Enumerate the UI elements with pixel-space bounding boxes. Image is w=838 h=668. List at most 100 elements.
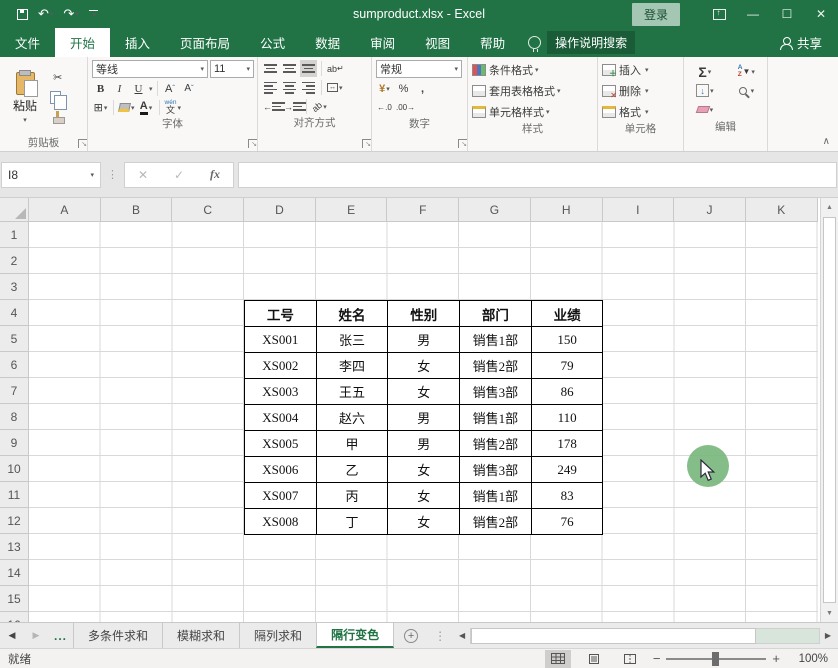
- table-cell[interactable]: 男: [388, 405, 461, 431]
- undo-icon[interactable]: ↶ ▾: [35, 6, 56, 22]
- alignment-dialog-launcher[interactable]: ↘: [362, 139, 371, 148]
- table-cell[interactable]: 张三: [316, 327, 389, 353]
- table-cell[interactable]: XS003: [245, 379, 317, 405]
- sheet-tab-隔行变色[interactable]: 隔行变色: [316, 623, 395, 648]
- table-cell[interactable]: XS004: [245, 405, 317, 431]
- font-dialog-launcher[interactable]: ↘: [248, 139, 257, 148]
- table-cell[interactable]: 销售2部: [460, 353, 532, 379]
- number-dialog-launcher[interactable]: ↘: [458, 139, 467, 148]
- wrap-text-button[interactable]: ab ↵: [326, 60, 345, 77]
- table-cell[interactable]: XS007: [245, 483, 317, 509]
- minimize-button[interactable]: —: [736, 0, 770, 28]
- scroll-right-icon[interactable]: ▶: [820, 631, 836, 640]
- column-header-B[interactable]: B: [100, 198, 173, 222]
- scroll-up-icon[interactable]: ▲: [821, 198, 838, 216]
- ribbon-display-options-icon[interactable]: [702, 0, 736, 28]
- delete-cells-button[interactable]: 删除▾: [602, 81, 680, 100]
- cut-icon[interactable]: ✂: [49, 69, 67, 86]
- table-cell[interactable]: XS001: [245, 327, 317, 353]
- table-cell[interactable]: 销售1部: [460, 405, 532, 431]
- table-header-cell[interactable]: 姓名: [316, 301, 389, 327]
- formula-input[interactable]: [238, 161, 837, 188]
- borders-button[interactable]: ⊞ ▾: [92, 99, 109, 116]
- row-header-15[interactable]: 15: [0, 586, 29, 612]
- row-header-2[interactable]: 2: [0, 248, 29, 274]
- column-header-E[interactable]: E: [315, 198, 388, 222]
- table-cell[interactable]: 女: [388, 353, 461, 379]
- zoom-slider-thumb[interactable]: [712, 651, 720, 666]
- merge-center-button[interactable]: ↔ ▾: [326, 79, 344, 96]
- table-cell[interactable]: 女: [388, 483, 461, 509]
- ribbon-tab-2[interactable]: 插入: [110, 28, 165, 57]
- zoom-in-icon[interactable]: +: [772, 651, 780, 666]
- row-header-11[interactable]: 11: [0, 482, 29, 508]
- zoom-out-icon[interactable]: −: [653, 651, 661, 666]
- underline-button[interactable]: U: [130, 80, 147, 97]
- column-header-J[interactable]: J: [674, 198, 746, 222]
- align-left-button[interactable]: [262, 79, 279, 96]
- sort-filter-button[interactable]: A Z ▼ ▾: [730, 63, 763, 80]
- ribbon-tab-1[interactable]: 开始: [55, 28, 111, 57]
- normal-view-icon[interactable]: [544, 649, 571, 668]
- table-cell[interactable]: 销售1部: [460, 327, 532, 353]
- vertical-scrollbar[interactable]: ▲ ▼: [820, 198, 838, 622]
- table-cell[interactable]: 销售3部: [460, 379, 532, 405]
- close-button[interactable]: ✕: [804, 0, 838, 28]
- table-cell[interactable]: XS006: [245, 457, 317, 483]
- scroll-left-icon[interactable]: ◀: [454, 631, 470, 640]
- format-as-table-button[interactable]: 套用表格格式 ▾: [472, 81, 594, 100]
- table-cell[interactable]: 乙: [316, 457, 389, 483]
- table-cell[interactable]: 249: [531, 457, 604, 483]
- row-header-4[interactable]: 4: [0, 300, 29, 326]
- decrease-decimal-button[interactable]: .00→: [395, 99, 416, 116]
- copy-icon[interactable]: ▾: [49, 89, 67, 110]
- format-cells-button[interactable]: 格式 ▾: [602, 102, 680, 121]
- table-cell[interactable]: 178: [531, 431, 604, 457]
- italic-button[interactable]: I: [111, 80, 128, 97]
- align-right-button[interactable]: [300, 79, 317, 96]
- table-header-cell[interactable]: 部门: [460, 301, 532, 327]
- maximize-button[interactable]: ☐: [770, 0, 804, 28]
- zoom-level[interactable]: 100%: [790, 653, 828, 665]
- top-align-button[interactable]: [262, 60, 279, 77]
- row-header-10[interactable]: 10: [0, 456, 29, 482]
- number-format-select[interactable]: 常规 ▾: [376, 60, 462, 78]
- row-header-3[interactable]: 3: [0, 274, 29, 300]
- clipboard-dialog-launcher[interactable]: ↘: [78, 139, 87, 148]
- autosum-button[interactable]: Σ ▾: [688, 63, 722, 80]
- row-header-9[interactable]: 9: [0, 430, 29, 456]
- select-all-corner[interactable]: [0, 198, 29, 222]
- sheet-tab-多条件求和[interactable]: 多条件求和: [73, 623, 162, 648]
- decrease-indent-button[interactable]: ←: [262, 98, 285, 115]
- table-cell[interactable]: 销售2部: [460, 431, 532, 457]
- table-cell[interactable]: 销售3部: [460, 457, 532, 483]
- table-cell[interactable]: 甲: [316, 431, 389, 457]
- cancel-formula-icon[interactable]: ✕: [138, 168, 148, 182]
- table-cell[interactable]: 79: [531, 353, 604, 379]
- horizontal-scrollbar-thumb[interactable]: [471, 627, 757, 644]
- table-cell[interactable]: XS002: [245, 353, 317, 379]
- table-cell[interactable]: 李四: [316, 353, 389, 379]
- ribbon-tab-8[interactable]: 帮助: [465, 28, 520, 57]
- table-cell[interactable]: 赵六: [316, 405, 389, 431]
- comma-style-button[interactable]: ,: [414, 80, 431, 97]
- column-header-K[interactable]: K: [745, 198, 818, 222]
- paste-button[interactable]: 粘贴 ▾: [4, 60, 46, 135]
- column-header-H[interactable]: H: [530, 198, 603, 222]
- format-painter-icon[interactable]: [49, 109, 67, 126]
- column-header-D[interactable]: D: [244, 198, 316, 222]
- column-header-C[interactable]: C: [172, 198, 245, 222]
- row-header-6[interactable]: 6: [0, 352, 29, 378]
- orientation-button[interactable]: ab ▾: [310, 98, 328, 115]
- conditional-formatting-button[interactable]: 条件格式 ▾: [472, 60, 594, 79]
- table-cell[interactable]: 76: [531, 509, 604, 535]
- bold-button[interactable]: B: [92, 80, 109, 97]
- ribbon-tab-3[interactable]: 页面布局: [165, 28, 245, 57]
- ribbon-tab-7[interactable]: 视图: [410, 28, 465, 57]
- name-box[interactable]: I8 ▾: [1, 161, 101, 188]
- sheet-tab-模糊求和[interactable]: 模糊求和: [162, 623, 239, 648]
- table-header-cell[interactable]: 性别: [388, 301, 461, 327]
- table-cell[interactable]: 丙: [316, 483, 389, 509]
- login-button[interactable]: 登录: [631, 2, 680, 26]
- fill-color-button[interactable]: ▾: [118, 99, 136, 116]
